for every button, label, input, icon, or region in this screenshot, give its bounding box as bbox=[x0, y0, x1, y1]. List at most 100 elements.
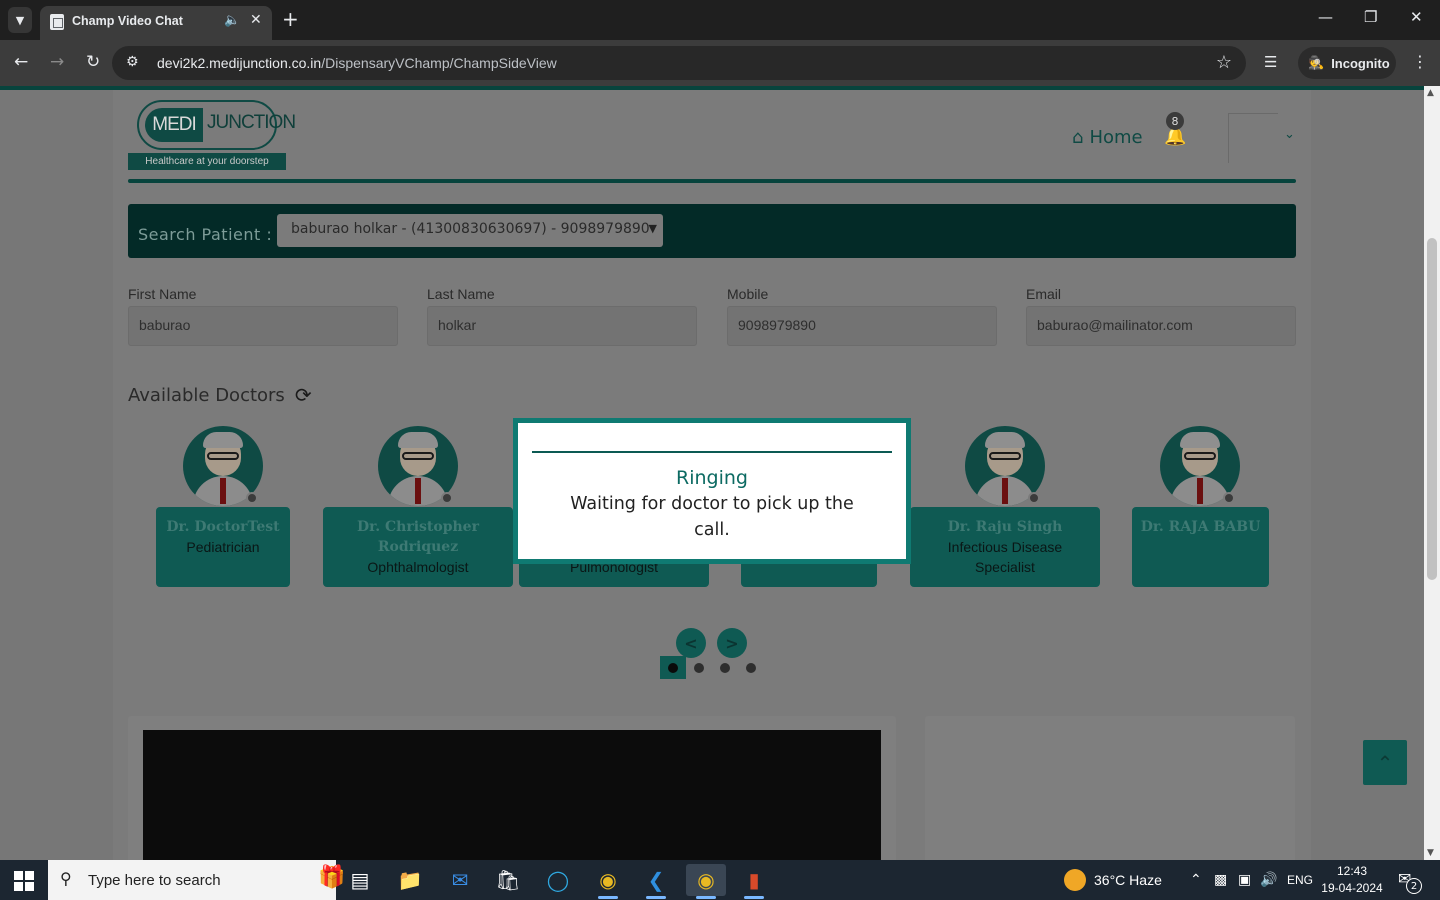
sun-haze-icon bbox=[1064, 869, 1086, 891]
browser-tab[interactable]: Champ Video Chat 🔈 ✕ bbox=[40, 6, 272, 40]
windows-start-icon[interactable] bbox=[14, 871, 34, 891]
network-icon[interactable]: ▩ bbox=[1214, 871, 1227, 888]
bookmark-star-icon[interactable]: ☆ bbox=[1216, 52, 1232, 73]
ringing-modal: Ringing Waiting for doctor to pick up th… bbox=[513, 418, 911, 564]
offline-status-dot bbox=[1223, 492, 1235, 504]
carousel-dot[interactable] bbox=[668, 663, 678, 673]
first-name-label: First Name bbox=[128, 286, 197, 302]
speaker-icon[interactable]: 🔈 bbox=[224, 13, 240, 28]
doctor-specialty: Pediatrician bbox=[186, 539, 260, 555]
clock-date: 19-04-2024 bbox=[1321, 881, 1383, 895]
carousel-prev-button[interactable]: < bbox=[676, 628, 706, 658]
page-scrollbar[interactable]: ▲ ▼ bbox=[1424, 86, 1440, 860]
weather-text: 36°C Haze bbox=[1094, 872, 1162, 888]
carousel-next-button[interactable]: > bbox=[717, 628, 747, 658]
double-chevron-up-icon: ⌃ bbox=[1376, 750, 1394, 775]
doctor-info[interactable]: Dr. DoctorTest Pediatrician bbox=[156, 507, 290, 587]
logo-medi-text: MEDI bbox=[145, 108, 203, 142]
chevron-down-icon: ▼ bbox=[648, 222, 657, 235]
doctor-name: Dr. DoctorTest bbox=[166, 519, 280, 535]
medijunction-logo[interactable]: MEDI JUNCTION bbox=[137, 100, 296, 150]
doctor-name: Dr. Christopher Rodriquez bbox=[357, 519, 479, 555]
modal-divider bbox=[532, 451, 892, 453]
scroll-up-icon[interactable]: ▲ bbox=[1427, 88, 1434, 98]
language-indicator[interactable]: ENG bbox=[1287, 873, 1313, 887]
taskbar-clock[interactable]: 12:43 19-04-2024 bbox=[1318, 863, 1386, 897]
scroll-thumb[interactable] bbox=[1427, 238, 1437, 580]
mobile-field[interactable]: 9098979890 bbox=[727, 306, 997, 346]
tab-search-button[interactable]: ▼ bbox=[8, 7, 32, 33]
search-patient-label: Search Patient : bbox=[138, 225, 273, 244]
doctor-info[interactable]: Dr. RAJA BABU bbox=[1132, 507, 1269, 587]
close-window-button[interactable]: ✕ bbox=[1410, 8, 1423, 26]
new-tab-button[interactable]: + bbox=[282, 7, 299, 31]
chrome-incognito-icon[interactable]: ◉ bbox=[686, 864, 726, 899]
minimize-button[interactable]: — bbox=[1318, 8, 1333, 26]
media-controls-icon[interactable]: ☰ bbox=[1264, 53, 1277, 71]
email-field[interactable]: baburao@mailinator.com bbox=[1026, 306, 1296, 346]
modal-title: Ringing bbox=[676, 467, 748, 489]
home-label: Home bbox=[1089, 127, 1143, 148]
refresh-icon[interactable]: ⟳ bbox=[295, 383, 312, 407]
home-icon: ⌂ bbox=[1072, 127, 1084, 148]
carousel-dot[interactable] bbox=[694, 663, 704, 673]
home-link[interactable]: ⌂ Home bbox=[1072, 127, 1143, 148]
restore-button[interactable]: ❐ bbox=[1364, 8, 1377, 26]
vscode-icon[interactable]: ❮ bbox=[636, 864, 676, 899]
available-doctors-title: Available Doctors bbox=[128, 384, 285, 406]
patient-select[interactable]: baburao holkar - (41300830630697) - 9098… bbox=[277, 214, 663, 247]
search-patient-bar: Search Patient : baburao holkar - (41300… bbox=[128, 204, 1296, 258]
mail-icon[interactable]: ✉ bbox=[440, 864, 480, 896]
logo-tagline: Healthcare at your doorstep bbox=[128, 153, 286, 170]
store-icon[interactable]: 🛍 bbox=[488, 864, 528, 896]
doctor-info[interactable]: Dr. Christopher Rodriquez Ophthalmologis… bbox=[323, 507, 513, 587]
weather-widget[interactable]: 36°C Haze bbox=[1064, 869, 1162, 891]
doctor-name: Dr. RAJA BABU bbox=[1140, 519, 1261, 535]
tab-close-icon[interactable]: ✕ bbox=[250, 12, 262, 28]
taskbar-search-box[interactable]: ⚲ Type here to search 🎁 bbox=[48, 860, 345, 900]
reload-icon[interactable]: ↻ bbox=[86, 52, 100, 72]
chevron-down-icon[interactable]: ⌄ bbox=[1284, 127, 1295, 142]
patient-select-value: baburao holkar - (41300830630697) - 9098… bbox=[291, 221, 650, 237]
meet-now-icon[interactable]: ▣ bbox=[1238, 871, 1251, 888]
tab-title: Champ Video Chat bbox=[72, 14, 183, 28]
scroll-down-icon[interactable]: ▼ bbox=[1427, 848, 1434, 858]
taskbar-search-placeholder: Type here to search bbox=[88, 872, 221, 889]
first-name-field[interactable]: baburao bbox=[128, 306, 398, 346]
windows-taskbar: ⚲ Type here to search 🎁 ▤ 📁 ✉ 🛍 ◯ ◉ ❮ ◉ … bbox=[0, 860, 1440, 900]
mobile-label: Mobile bbox=[727, 286, 769, 302]
address-bar[interactable]: ⚙ devi2k2.medijunction.co.in/DispensaryV… bbox=[112, 46, 1246, 80]
file-explorer-icon[interactable]: 📁 bbox=[390, 864, 430, 896]
page-favicon-icon bbox=[50, 14, 64, 30]
edge-icon[interactable]: ◯ bbox=[538, 864, 578, 896]
back-arrow-icon[interactable]: ← bbox=[14, 52, 28, 72]
chrome-icon[interactable]: ◉ bbox=[588, 864, 628, 899]
tray-chevron-up-icon[interactable]: ⌃ bbox=[1190, 871, 1202, 888]
powerpoint-icon[interactable]: ▮ bbox=[734, 864, 774, 899]
clock-time: 12:43 bbox=[1336, 864, 1368, 878]
doctor-info[interactable]: Dr. Raju Singh Infectious Disease Specia… bbox=[910, 507, 1100, 587]
incognito-label: Incognito bbox=[1331, 55, 1390, 71]
scroll-to-top-button[interactable]: ⌃ bbox=[1363, 740, 1407, 785]
browser-menu-icon[interactable]: ⋮ bbox=[1412, 52, 1428, 71]
doctor-specialty: Infectious Disease Specialist bbox=[947, 539, 1063, 575]
notification-badge: 8 bbox=[1166, 112, 1184, 130]
available-doctors-heading: Available Doctors ⟳ bbox=[128, 383, 312, 407]
browser-toolbar: ← → ↻ ⚙ devi2k2.medijunction.co.in/Dispe… bbox=[0, 40, 1440, 86]
incognito-icon: 🕵 bbox=[1308, 55, 1325, 70]
url-text[interactable]: devi2k2.medijunction.co.in/DispensaryVCh… bbox=[157, 55, 557, 71]
doctor-specialty: Ophthalmologist bbox=[367, 559, 469, 575]
incognito-badge[interactable]: 🕵 Incognito bbox=[1298, 47, 1396, 79]
carousel-dot[interactable] bbox=[720, 663, 730, 673]
logo-junction-text: JUNCTION bbox=[207, 112, 296, 133]
user-avatar[interactable] bbox=[1228, 113, 1278, 163]
notification-center-badge: 2 bbox=[1406, 878, 1422, 894]
site-settings-icon[interactable]: ⚙ bbox=[126, 54, 139, 70]
volume-icon[interactable]: 🔊 bbox=[1260, 871, 1277, 888]
search-icon: ⚲ bbox=[60, 869, 72, 888]
doctor-name: Dr. Raju Singh bbox=[947, 519, 1063, 535]
forward-arrow-icon[interactable]: → bbox=[50, 52, 64, 72]
last-name-field[interactable]: holkar bbox=[427, 306, 697, 346]
carousel-dot[interactable] bbox=[746, 663, 756, 673]
task-view-icon[interactable]: ▤ bbox=[340, 864, 380, 896]
